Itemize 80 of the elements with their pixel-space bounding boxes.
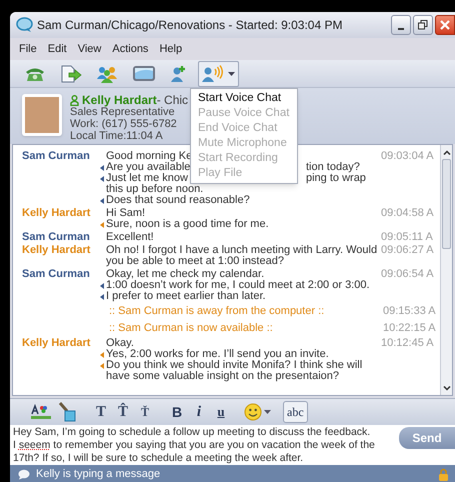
close-icon <box>440 20 450 30</box>
timestamp: 10:12:45 A <box>380 338 434 351</box>
timestamp: 09:06:27 A <box>380 245 434 258</box>
sender-name: Sam Curman <box>22 151 91 162</box>
monitor-icon <box>132 64 156 82</box>
contact-local-time: Local Time:11:04 A <box>70 130 164 142</box>
message-text: Excellent! <box>106 232 154 243</box>
font-color-icon <box>31 404 51 420</box>
speech-bubble-icon <box>16 17 33 33</box>
format-button[interactable]: i <box>190 401 208 423</box>
restore-icon <box>418 20 428 30</box>
message-text: Okay, let me check my calendar. <box>106 269 264 280</box>
message-text: ping to wrap <box>306 173 366 184</box>
scroll-thumb[interactable] <box>442 159 451 249</box>
message-text: this up before noon. <box>106 184 204 195</box>
status-message: :: Sam Curman is away from the computer :: <box>109 304 326 319</box>
menu-item[interactable]: Actions <box>107 40 154 58</box>
message-text: Yes, 2:00 works for me. I’ll send you an invite. <box>106 349 329 360</box>
timestamp: 09:04:58 A <box>380 208 434 221</box>
people-icon <box>96 64 118 82</box>
status-text: Kelly is typing a message <box>36 467 160 482</box>
add-person-icon <box>170 64 188 82</box>
format-button[interactable]: T <box>92 401 110 423</box>
person-sound-icon <box>202 64 226 82</box>
contact-phone: Work: (617) 555-6782 <box>70 118 178 130</box>
caret-icon <box>264 410 271 414</box>
fill-color-button[interactable] <box>56 401 78 423</box>
menu-item[interactable]: File <box>14 40 42 58</box>
menu-item[interactable]: Help <box>154 40 188 58</box>
message-text: Does that sound reasonable? <box>106 195 250 206</box>
format-button[interactable]: Ť <box>136 401 154 423</box>
timestamp: 09:06:54 A <box>380 269 434 282</box>
contact-location: - Chic <box>156 94 188 106</box>
scrollbar[interactable] <box>440 145 452 395</box>
message-text: Just let me know <box>106 173 188 184</box>
timestamp: 09:15:33 A <box>382 304 436 319</box>
message-text: you be able to meet at 1:00 instead? <box>106 256 284 267</box>
message-text: tion today? <box>306 162 360 173</box>
contact-title: Sales Representative <box>70 106 176 118</box>
menu-item[interactable]: Edit <box>42 40 72 58</box>
format-button[interactable]: T̂ <box>114 401 132 423</box>
sender-name: Kelly Hardart <box>22 338 92 349</box>
minimize-button[interactable] <box>391 15 411 35</box>
caret-icon <box>228 72 235 76</box>
spell-check-button[interactable]: abc <box>283 401 308 423</box>
photo-placeholder <box>22 94 62 136</box>
timestamp: 09:03:04 A <box>380 151 434 164</box>
file-arrow-icon <box>60 64 82 82</box>
person-icon <box>70 94 79 106</box>
contact-name: Kelly Hardart <box>82 94 157 106</box>
message-text: Do you think we should invite Monifa? I think she will <box>106 360 362 371</box>
speech-bubble-icon <box>18 469 30 480</box>
sender-name: Kelly Hardart <box>22 245 92 256</box>
format-button[interactable]: B <box>168 401 186 423</box>
message-input[interactable]: Hey Sam, I’m going to schedule a follow up meeting to discuss the feedback. I seeem to remember you saying that you are you on vacation the week of the 17th? If so, I will be sure to schedule a meeting the week after. <box>10 425 399 465</box>
message-text: Oh no! I forgot I have a lunch meeting with Larry. Would <box>106 245 378 256</box>
message-text: Hi Sam! <box>106 208 146 219</box>
restore-button[interactable] <box>413 15 433 35</box>
menu-item[interactable]: Start Voice Chat <box>191 91 297 106</box>
timestamp: 10:22:15 A <box>382 321 436 336</box>
message-text: Are you available <box>106 162 190 173</box>
format-button[interactable]: u <box>212 401 230 423</box>
lock-icon <box>438 468 449 481</box>
sender-name: Sam Curman <box>22 232 91 243</box>
paint-brush-icon <box>58 402 76 422</box>
message-text: Okay. <box>106 338 134 349</box>
message-text: I prefer to meet earlier than later. <box>106 291 266 302</box>
window-title: Sam Curman/Chicago/Renovations - Started: 9:03:04 PM <box>37 17 342 34</box>
timestamp: 09:05:11 A <box>380 232 433 243</box>
sender-name: Sam Curman <box>22 269 91 280</box>
close-button[interactable] <box>435 15 455 35</box>
toolbar-button[interactable] <box>198 60 239 86</box>
menu-item[interactable]: View <box>72 40 106 58</box>
sender-name: Kelly Hardart <box>22 208 92 219</box>
smiley-icon <box>244 403 262 421</box>
message-text: Sure, noon is a good time for me. <box>106 219 269 230</box>
status-message: :: Sam Curman is now available :: <box>109 321 274 336</box>
message-text: have some valuable insight on the presentaion? <box>106 371 339 382</box>
emoticon-button[interactable] <box>244 401 271 423</box>
message-text: 1:00 doesn’t work for me, I could meet at 2:00 or 3:00. <box>106 280 370 291</box>
